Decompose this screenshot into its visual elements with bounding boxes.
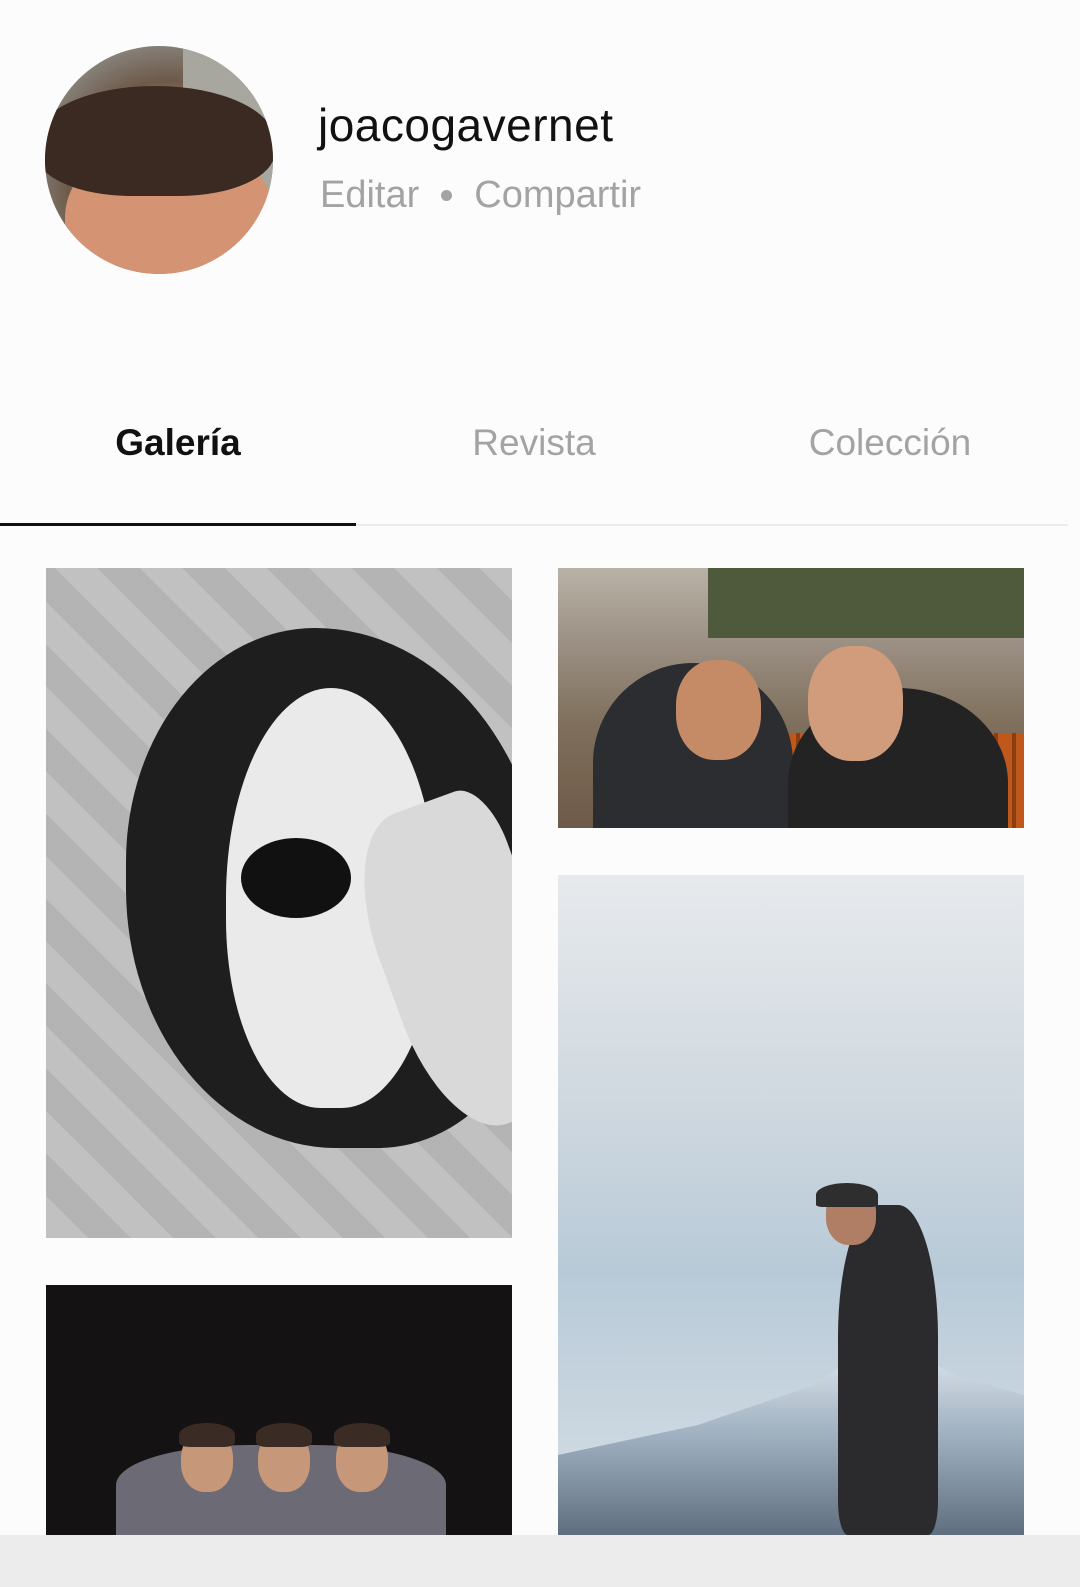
gallery-photo-street-selfie[interactable] (558, 568, 1024, 828)
edit-link[interactable]: Editar (320, 174, 419, 217)
tab-revista[interactable]: Revista (356, 400, 712, 524)
bottom-bar (0, 1535, 1080, 1587)
tab-galeria[interactable]: Galería (0, 400, 356, 526)
gallery-photo-night-group[interactable] (46, 1285, 512, 1535)
tab-bar: Galería Revista Colección (0, 400, 1068, 526)
gallery-photo-dog[interactable] (46, 568, 512, 1238)
avatar[interactable] (45, 46, 273, 274)
profile-actions: Editar Compartir (320, 174, 641, 217)
profile-page: joacogavernet Editar Compartir Galería R… (0, 0, 1080, 1587)
separator-dot (441, 190, 453, 201)
tab-coleccion[interactable]: Colección (712, 400, 1068, 524)
gallery-photo-mountain[interactable] (558, 875, 1024, 1535)
share-link[interactable]: Compartir (474, 174, 641, 217)
username: joacogavernet (318, 99, 614, 151)
